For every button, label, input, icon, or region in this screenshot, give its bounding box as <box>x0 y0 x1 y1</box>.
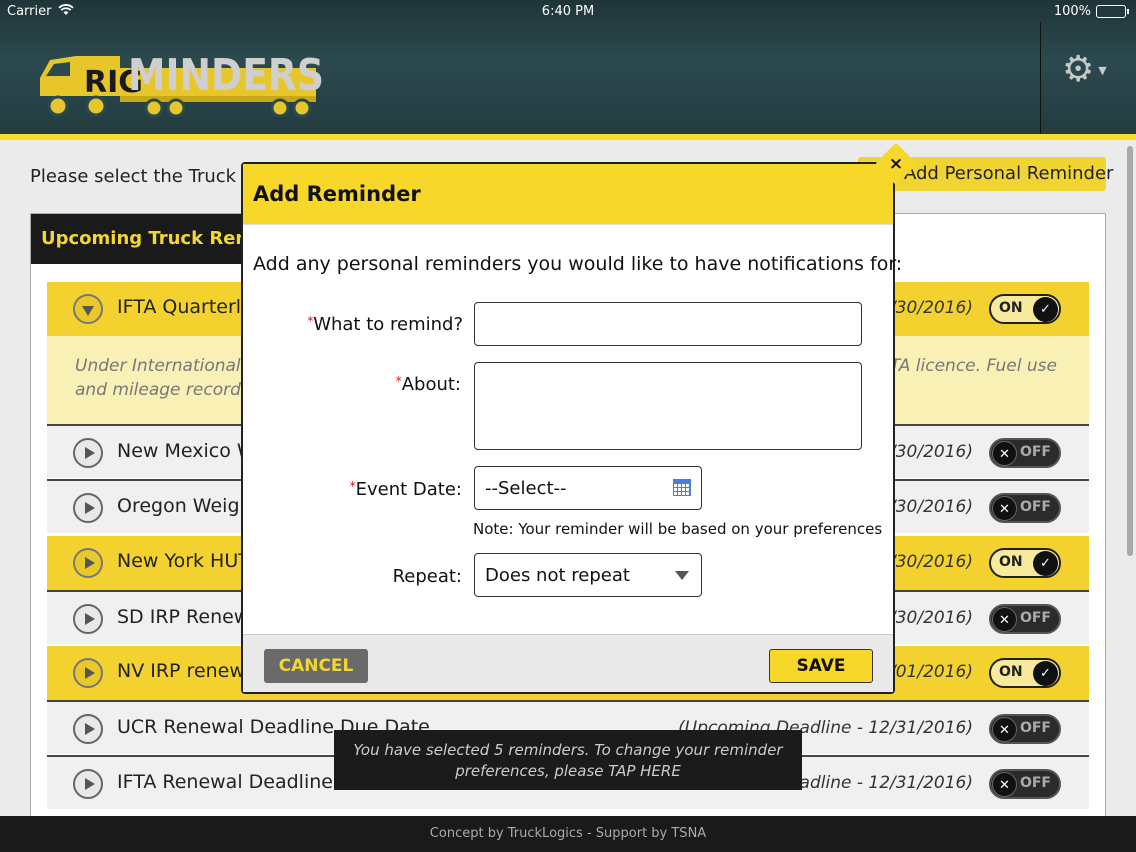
about-label: *About: <box>395 374 461 395</box>
check-icon: ✓ <box>1033 297 1058 322</box>
save-button[interactable]: SAVE <box>769 649 873 683</box>
x-icon: ✕ <box>992 496 1017 521</box>
reminder-toggle[interactable]: ON ✓ <box>989 658 1061 688</box>
reminder-toggle[interactable]: ✕ OFF <box>989 438 1061 468</box>
expand-icon[interactable] <box>73 769 103 799</box>
toast-line-2: preferences, please TAP HERE <box>455 762 681 780</box>
app-header: Carrier 6:40 PM 100% RIG MINDERS ⚙ ▼ <box>0 0 1136 134</box>
logo-minders-text: MINDERS <box>128 50 324 101</box>
reminder-toggle[interactable]: ✕ OFF <box>989 493 1061 523</box>
reminder-title: Oregon Weigh <box>117 495 252 517</box>
what-to-remind-label: *What to remind? <box>307 314 463 335</box>
toggle-label: OFF <box>1019 720 1051 736</box>
toggle-label: OFF <box>1019 610 1051 626</box>
dialog-prompt: Add any personal reminders you would lik… <box>253 253 903 275</box>
description-line-1: Under International F <box>75 356 256 376</box>
toggle-label: OFF <box>1019 444 1051 460</box>
reminder-date: /30/2016) <box>890 608 973 628</box>
description-line-1-right: IFTA licence. Fuel use <box>875 356 1057 376</box>
footer: Concept by TruckLogics - Support by TSNA <box>0 816 1136 852</box>
event-date-value: --Select-- <box>485 478 567 499</box>
toggle-label: ON <box>999 664 1023 680</box>
reminder-toggle[interactable]: ✕ OFF <box>989 769 1061 799</box>
toggle-label: OFF <box>1019 499 1051 515</box>
expand-icon[interactable] <box>73 548 103 578</box>
battery-percent: 100% <box>1053 4 1091 19</box>
check-icon: ✓ <box>1033 551 1058 576</box>
x-icon: ✕ <box>992 772 1017 797</box>
reminder-date: /30/2016) <box>890 298 973 318</box>
reminder-date: eadline - 12/31/2016) <box>789 773 973 793</box>
repeat-label: Repeat: <box>392 566 462 587</box>
rigminders-logo: RIG MINDERS <box>40 50 324 118</box>
calendar-icon[interactable] <box>673 479 691 496</box>
battery-icon <box>1096 5 1129 18</box>
x-icon: ✕ <box>992 607 1017 632</box>
reminder-title: New Mexico W <box>117 440 256 462</box>
repeat-value: Does not repeat <box>485 565 630 586</box>
chevron-down-icon: ▼ <box>1098 63 1107 77</box>
reminder-date: /01/2016) <box>890 662 973 682</box>
chevron-down-icon <box>675 571 689 580</box>
check-icon: ✓ <box>1033 661 1058 686</box>
reminder-count-toast[interactable]: You have selected 5 reminders. To change… <box>334 730 802 790</box>
preferences-note: Note: Your reminder will be based on you… <box>473 520 883 538</box>
collapse-icon[interactable] <box>73 294 103 324</box>
reminder-date: /30/2016) <box>890 442 973 462</box>
what-to-remind-input[interactable] <box>474 302 862 346</box>
reminder-toggle[interactable]: ON ✓ <box>989 548 1061 578</box>
panel-title: Upcoming Truck Remi <box>31 214 247 264</box>
dialog-footer: CANCEL SAVE <box>243 634 893 692</box>
event-date-label: *Event Date: <box>349 479 462 500</box>
instruction-text: Please select the Truck D <box>30 166 244 187</box>
clock: 6:40 PM <box>541 4 595 19</box>
reminder-toggle[interactable]: ON ✓ <box>989 294 1061 324</box>
toggle-label: OFF <box>1019 775 1051 791</box>
description-line-2: and mileage records p <box>75 380 265 400</box>
repeat-select[interactable]: Does not repeat <box>474 553 702 597</box>
reminder-title: IFTA Renewal Deadline D <box>117 771 354 793</box>
reminder-title: New York HUT <box>117 550 250 572</box>
gear-icon: ⚙ <box>1062 49 1095 90</box>
toggle-label: ON <box>999 554 1023 570</box>
dialog-header: Add Reminder <box>243 164 893 225</box>
expand-icon[interactable] <box>73 714 103 744</box>
event-date-picker[interactable]: --Select-- <box>474 466 702 510</box>
battery-indicator: 100% <box>1053 4 1129 19</box>
reminder-date: /30/2016) <box>890 552 973 572</box>
reminder-title: IFTA Quarterly <box>117 296 253 318</box>
settings-menu-button[interactable]: ⚙ ▼ <box>1062 50 1122 90</box>
toggle-label: ON <box>999 300 1023 316</box>
dialog-title: Add Reminder <box>253 182 421 206</box>
about-textarea[interactable] <box>474 362 862 450</box>
reminder-date: /30/2016) <box>890 497 973 517</box>
reminder-title: NV IRP renew <box>117 660 245 682</box>
expand-icon[interactable] <box>73 658 103 688</box>
reminder-toggle[interactable]: ✕ OFF <box>989 604 1061 634</box>
header-divider <box>1040 22 1041 134</box>
add-reminder-dialog: Add Reminder Add any personal reminders … <box>241 162 902 694</box>
x-icon: ✕ <box>992 441 1017 466</box>
reminder-toggle[interactable]: ✕ OFF <box>989 714 1061 744</box>
scrollbar[interactable] <box>1127 146 1133 556</box>
reminder-title: SD IRP Renew <box>117 606 250 628</box>
close-icon[interactable]: × <box>881 150 911 178</box>
status-bar: Carrier 6:40 PM 100% <box>0 4 1136 22</box>
expand-icon[interactable] <box>73 493 103 523</box>
cancel-button[interactable]: CANCEL <box>264 649 368 683</box>
x-icon: ✕ <box>992 717 1017 742</box>
expand-icon[interactable] <box>73 604 103 634</box>
expand-icon[interactable] <box>73 438 103 468</box>
toast-line-1: You have selected 5 reminders. To change… <box>353 741 783 759</box>
